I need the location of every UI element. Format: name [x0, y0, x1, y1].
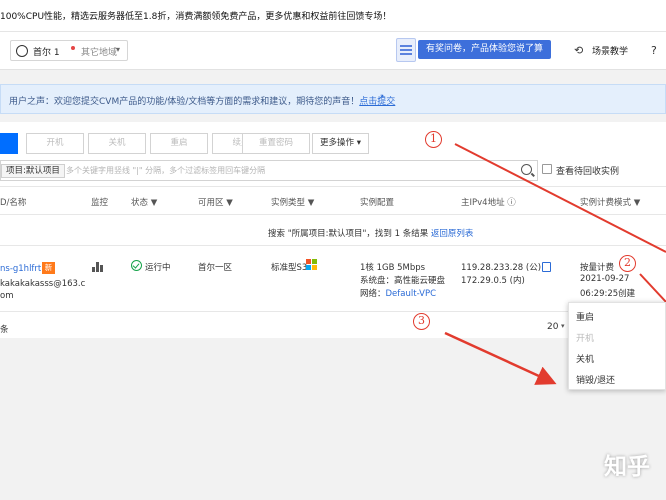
annotation-marker-1: 1: [425, 131, 442, 148]
menu-item-destroy[interactable]: 销毁/退还: [576, 373, 615, 386]
arrow-2: [639, 273, 666, 303]
zhihu-watermark: 知乎: [604, 454, 650, 480]
arrow-3: [444, 331, 557, 385]
arrow-1: [454, 143, 666, 253]
menu-item-restart[interactable]: 重启: [576, 310, 594, 323]
menu-item-start[interactable]: 开机: [576, 331, 594, 344]
annotation-marker-3: 3: [413, 313, 430, 330]
annotation-marker-2: 2: [619, 255, 636, 272]
annotation-arrows: [444, 143, 666, 385]
more-actions-menu: 重启 开机 关机 销毁/退还: [568, 302, 666, 390]
menu-item-stop[interactable]: 关机: [576, 352, 594, 365]
